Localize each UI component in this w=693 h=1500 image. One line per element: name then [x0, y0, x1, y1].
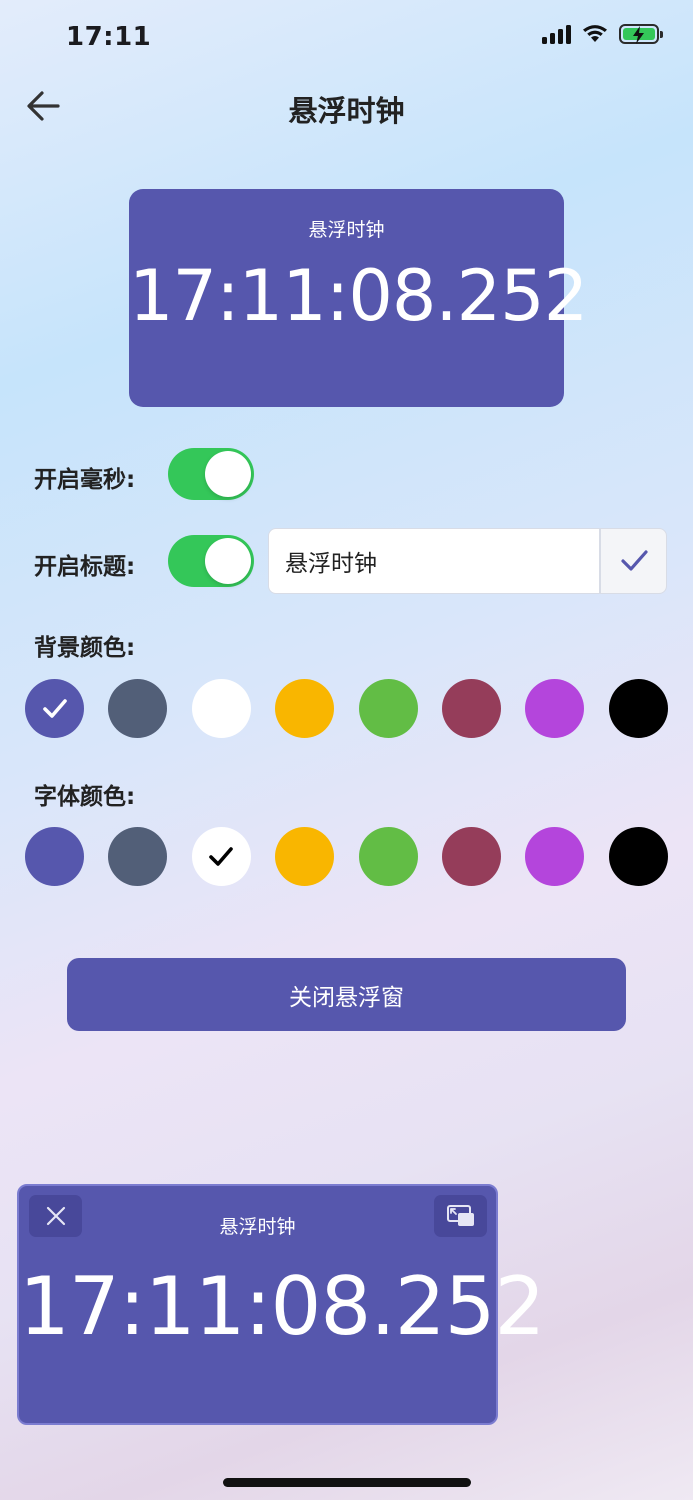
background-color-label: 背景颜色:: [34, 635, 136, 661]
ms-toggle-knob: [205, 451, 251, 497]
clock-preview-title: 悬浮时钟: [308, 219, 385, 241]
background-color-swatch[interactable]: [25, 679, 84, 738]
title-toggle[interactable]: [168, 535, 254, 587]
background-color-swatches: [25, 679, 668, 739]
title-label: 开启标题:: [34, 554, 136, 580]
check-icon: [620, 550, 648, 571]
font-color-swatch[interactable]: [608, 827, 668, 886]
battery-charging-icon: [619, 24, 663, 44]
title-confirm-button[interactable]: [600, 528, 667, 594]
picture-in-picture-icon: [446, 1205, 474, 1226]
ms-label: 开启毫秒:: [34, 467, 136, 493]
clock-preview-time: 17:11:08.252: [129, 255, 588, 337]
font-color-swatches: [25, 827, 668, 887]
title-toggle-knob: [205, 538, 251, 584]
background-color-swatch[interactable]: [191, 679, 251, 738]
float-pip-button[interactable]: [434, 1195, 487, 1237]
float-title: 悬浮时钟: [219, 1216, 296, 1238]
font-color-swatch[interactable]: [108, 827, 168, 886]
font-color-swatch[interactable]: [525, 827, 585, 886]
background-color-swatch[interactable]: [108, 679, 168, 738]
status-time: 17:11: [66, 22, 152, 52]
background-color-swatch[interactable]: [608, 679, 668, 738]
status-bar: 17:11: [0, 0, 693, 76]
page-title: 悬浮时钟: [288, 94, 405, 128]
check-icon: [42, 698, 67, 718]
background-color-swatch[interactable]: [442, 679, 501, 738]
background-color-swatch[interactable]: [275, 679, 335, 738]
floating-clock-window[interactable]: 悬浮时钟 17:11:08.252: [17, 1184, 545, 1425]
float-time: 17:11:08.252: [19, 1260, 545, 1353]
title-input[interactable]: [268, 528, 600, 594]
ms-toggle[interactable]: [168, 448, 254, 500]
font-color-swatch[interactable]: [358, 827, 418, 886]
cellular-signal-icon: [542, 24, 571, 44]
font-color-swatch[interactable]: [191, 827, 251, 886]
nav-bar: 悬浮时钟: [0, 76, 693, 136]
check-icon: [209, 846, 234, 866]
font-color-label: 字体颜色:: [34, 784, 136, 810]
font-color-swatch[interactable]: [442, 827, 501, 886]
clock-preview-card: 悬浮时钟 17:11:08.252: [129, 189, 588, 407]
home-indicator: [223, 1478, 471, 1487]
status-icons: [542, 24, 663, 44]
background-color-swatch[interactable]: [358, 679, 418, 738]
font-color-swatch[interactable]: [275, 827, 335, 886]
background-color-swatch[interactable]: [525, 679, 585, 738]
wifi-icon: [583, 25, 607, 42]
font-color-swatch[interactable]: [25, 827, 84, 886]
close-float-window-button[interactable]: 关闭悬浮窗: [67, 958, 626, 1031]
